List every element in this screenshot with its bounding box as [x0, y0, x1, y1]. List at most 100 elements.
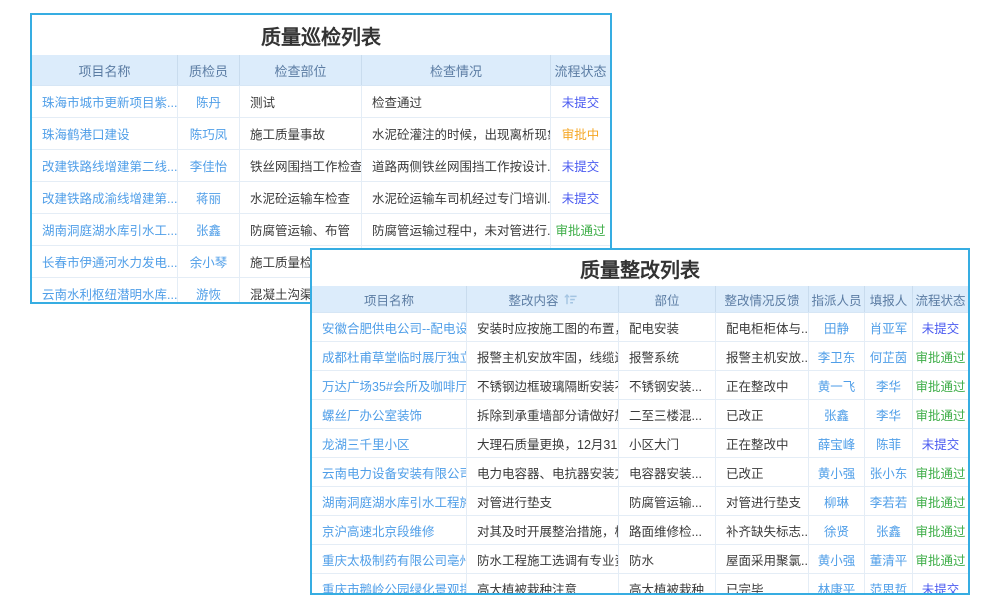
column-header-situation: 检查情况	[362, 55, 551, 85]
column-header-content[interactable]: 整改内容	[467, 286, 619, 312]
cell-text: 拆除到承重墙部分请做好加固...	[477, 405, 619, 424]
feedback-cell: 正在整改中	[716, 371, 809, 399]
cell-text: 安装时应按施工图的布置，将...	[477, 318, 619, 337]
quality-rectification-table-card: 质量整改列表 项目名称整改内容部位整改情况反馈指派人员填报人流程状态 安徽合肥供…	[310, 248, 970, 595]
content-cell: 大理石质量更换，12月31日之...	[467, 429, 619, 457]
project-link[interactable]: 成都杜甫草堂临时展厅独立展...	[322, 347, 467, 366]
situation-cell: 水泥砼灌注的时候，出现离析现象	[362, 118, 551, 149]
content-cell: 对管进行垫支	[467, 487, 619, 515]
reporter-cell: 肖亚军	[865, 313, 913, 341]
status-text: 审批中	[562, 124, 600, 143]
project-link[interactable]: 云南水利枢纽潜明水库...	[42, 284, 177, 303]
person-link[interactable]: 张小东	[870, 463, 908, 482]
reporter-cell: 李华	[865, 371, 913, 399]
feedback-cell: 已改正	[716, 458, 809, 486]
project-link[interactable]: 云南电力设备安装有限公司20...	[322, 463, 467, 482]
status-cell: 审批通过	[913, 545, 968, 573]
person-link[interactable]: 张鑫	[824, 405, 849, 424]
part-cell: 高大植被栽种	[619, 574, 716, 595]
project-link[interactable]: 珠海鹤港口建设	[42, 124, 130, 143]
project-link[interactable]: 改建铁路成渝线增建第...	[42, 188, 177, 207]
person-link[interactable]: 李若若	[870, 492, 908, 511]
project-link[interactable]: 重庆市鹅岭公园绿化景观提升...	[322, 579, 467, 596]
project-cell: 重庆市鹅岭公园绿化景观提升...	[312, 574, 467, 595]
person-link[interactable]: 徐贤	[824, 521, 849, 540]
project-link[interactable]: 万达广场35#会所及咖啡厅空...	[322, 376, 467, 395]
person-link[interactable]: 蒋丽	[196, 188, 221, 207]
cell-text: 检查通过	[372, 92, 422, 111]
person-link[interactable]: 范思哲	[870, 579, 908, 596]
feedback-cell: 配电柜柜体与...	[716, 313, 809, 341]
person-link[interactable]: 张鑫	[876, 521, 901, 540]
project-cell: 重庆太极制药有限公司亳州中...	[312, 545, 467, 573]
part-cell: 报警系统	[619, 342, 716, 370]
person-link[interactable]: 董清平	[870, 550, 908, 569]
person-link[interactable]: 陈菲	[876, 434, 901, 453]
cell-text: 水泥砼灌注的时候，出现离析现象	[372, 124, 551, 143]
content-cell: 高大植被栽种注意	[467, 574, 619, 595]
person-link[interactable]: 黄小强	[818, 550, 856, 569]
status-cell: 未提交	[913, 574, 968, 595]
table-row: 安徽合肥供电公司--配电设备...安装时应按施工图的布置，将...配电安装配电柜…	[312, 312, 968, 341]
column-header-label: 质检员	[189, 61, 228, 80]
table-row: 珠海市城市更新项目紫...陈丹测试检查通过未提交	[32, 85, 610, 117]
project-link[interactable]: 京沪高速北京段维修	[322, 521, 435, 540]
cell-text: 道路两侧铁丝网围挡工作按设计...	[372, 156, 551, 175]
project-link[interactable]: 改建铁路线增建第二线...	[42, 156, 177, 175]
person-link[interactable]: 黄一飞	[818, 376, 856, 395]
table-row: 云南电力设备安装有限公司20...电力电容器、电抗器安装方案,...电容器安装.…	[312, 457, 968, 486]
project-link[interactable]: 重庆太极制药有限公司亳州中...	[322, 550, 467, 569]
person-link[interactable]: 李华	[876, 376, 901, 395]
column-header-label: 检查情况	[430, 61, 482, 80]
project-link[interactable]: 长春市伊通河水力发电...	[42, 252, 177, 271]
project-cell: 改建铁路线增建第二线...	[32, 150, 178, 181]
cell-text: 已改正	[726, 463, 764, 482]
person-link[interactable]: 余小琴	[190, 252, 228, 271]
person-link[interactable]: 肖亚军	[870, 318, 908, 337]
person-link[interactable]: 柳琳	[824, 492, 849, 511]
part-cell: 不锈钢安装...	[619, 371, 716, 399]
column-header-project: 项目名称	[32, 55, 178, 85]
person-link[interactable]: 田静	[824, 318, 849, 337]
column-header-reporter: 填报人	[865, 286, 913, 312]
person-link[interactable]: 李华	[876, 405, 901, 424]
project-link[interactable]: 湖南洞庭湖水库引水工程施工I标	[322, 492, 467, 511]
sort-icon[interactable]	[564, 294, 577, 305]
status-cell: 未提交	[913, 313, 968, 341]
project-link[interactable]: 龙湖三千里小区	[322, 434, 410, 453]
person-link[interactable]: 陈丹	[196, 92, 221, 111]
rectification-table-title: 质量整改列表	[312, 250, 968, 286]
person-link[interactable]: 陈巧凤	[190, 124, 228, 143]
person-link[interactable]: 张鑫	[196, 220, 221, 239]
table-row: 湖南洞庭湖水库引水工...张鑫防腐管运输、布管防腐管运输过程中，未对管进行...…	[32, 213, 610, 245]
cell-text: 水泥砼运输车检查	[250, 188, 350, 207]
cell-text: 电力电容器、电抗器安装方案,...	[477, 463, 619, 482]
person-link[interactable]: 林康平	[818, 579, 856, 596]
project-cell: 成都杜甫草堂临时展厅独立展...	[312, 342, 467, 370]
column-header-assignee: 指派人员	[809, 286, 865, 312]
part-cell: 防水	[619, 545, 716, 573]
project-link[interactable]: 湖南洞庭湖水库引水工...	[42, 220, 177, 239]
inspector-cell: 陈丹	[178, 86, 240, 117]
project-link[interactable]: 安徽合肥供电公司--配电设备...	[322, 318, 467, 337]
part-cell: 防腐管运输...	[619, 487, 716, 515]
reporter-cell: 李若若	[865, 487, 913, 515]
part-cell: 路面维修检...	[619, 516, 716, 544]
person-link[interactable]: 黄小强	[818, 463, 856, 482]
assignee-cell: 黄小强	[809, 458, 865, 486]
column-header-part: 检查部位	[240, 55, 362, 85]
cell-text: 正在整改中	[726, 434, 789, 453]
part-cell: 测试	[240, 86, 362, 117]
project-link[interactable]: 珠海市城市更新项目紫...	[42, 92, 177, 111]
project-link[interactable]: 螺丝厂办公室装饰	[322, 405, 422, 424]
person-link[interactable]: 薛宝峰	[818, 434, 856, 453]
person-link[interactable]: 何芷茵	[870, 347, 908, 366]
person-link[interactable]: 李卫东	[818, 347, 856, 366]
person-link[interactable]: 李佳怡	[190, 156, 228, 175]
assignee-cell: 田静	[809, 313, 865, 341]
part-cell: 二至三楼混...	[619, 400, 716, 428]
feedback-cell: 对管进行垫支	[716, 487, 809, 515]
table-row: 湖南洞庭湖水库引水工程施工I标对管进行垫支防腐管运输...对管进行垫支柳琳李若若…	[312, 486, 968, 515]
person-link[interactable]: 游恢	[196, 284, 221, 303]
reporter-cell: 张小东	[865, 458, 913, 486]
